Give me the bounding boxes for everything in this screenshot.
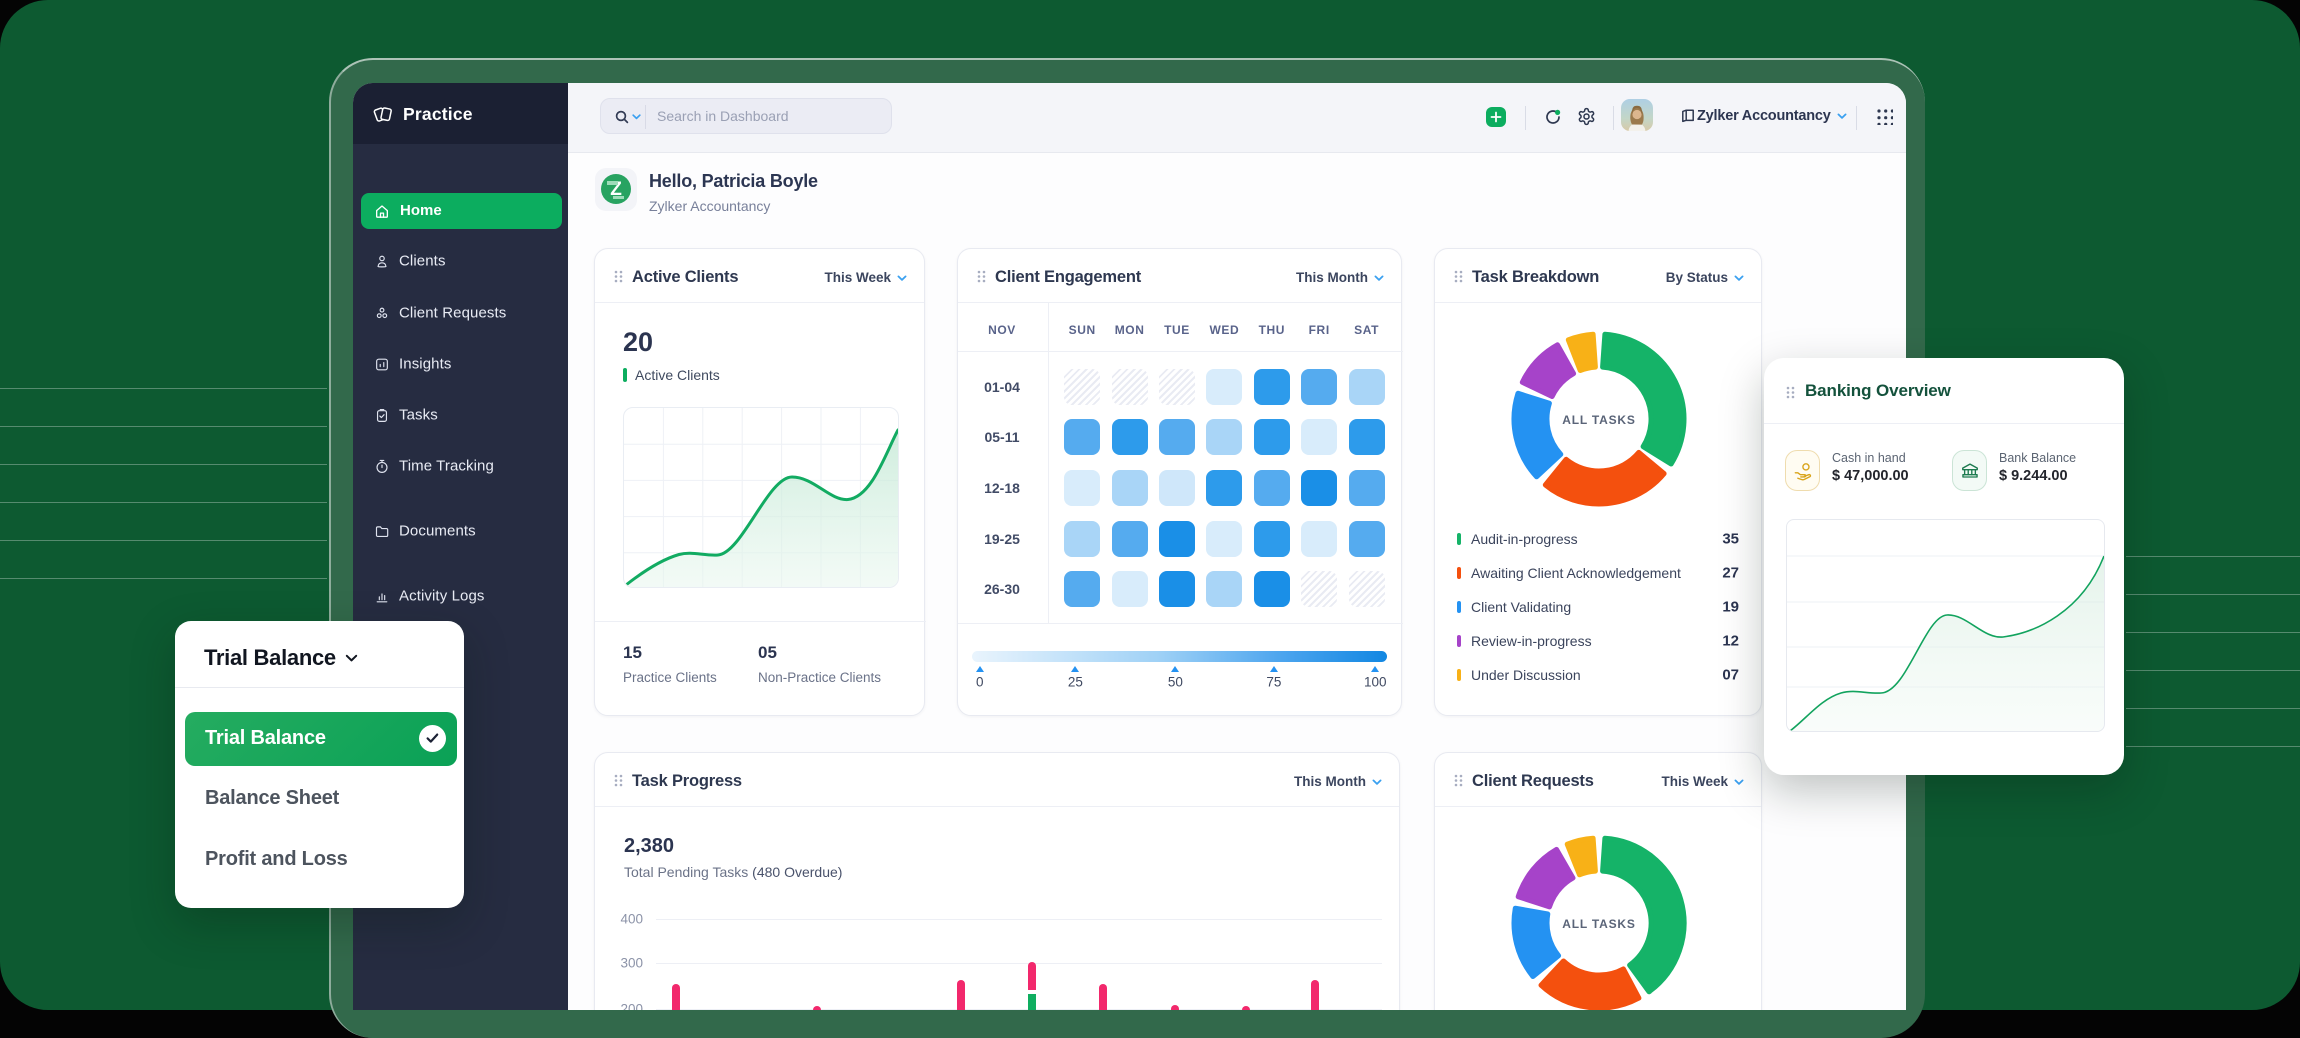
svg-text:ALL TASKS: ALL TASKS bbox=[1562, 917, 1635, 931]
svg-text:ALL TASKS: ALL TASKS bbox=[1562, 413, 1635, 427]
